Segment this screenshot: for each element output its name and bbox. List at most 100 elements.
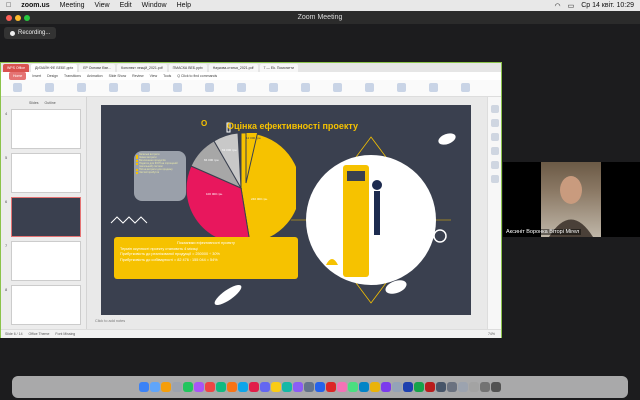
ribbon-button-reset[interactable] (141, 83, 150, 92)
ribbon-button-outline[interactable] (301, 83, 310, 92)
tab-doc-4[interactable]: ПМАСКА ВЕБ.pptx (168, 64, 207, 72)
side-tool-icon[interactable] (491, 161, 499, 169)
menu-meeting[interactable]: Meeting (60, 2, 85, 9)
panel-tab-slides[interactable]: Slides (29, 101, 39, 105)
menu-insert[interactable]: Insert (32, 72, 41, 80)
current-slide[interactable]: Оцінка ефективності проекту О 240 000 гр… (101, 105, 471, 315)
recording-indicator[interactable]: Recording... (4, 27, 57, 39)
clock[interactable]: Ср 14 квіт. 10:29 (581, 2, 634, 9)
fullscreen-window-icon[interactable] (24, 15, 30, 21)
ribbon-button-arrange[interactable] (269, 83, 278, 92)
ribbon-button-transition[interactable] (461, 83, 470, 92)
battery-icon[interactable]: ▭ (568, 2, 575, 10)
ribbon-button-shapes[interactable] (237, 83, 246, 92)
tab-doc-2[interactable]: EP Основи бізн... (79, 64, 116, 72)
dock-app-icon[interactable] (172, 382, 182, 392)
dock-app-icon[interactable] (337, 382, 347, 392)
close-window-icon[interactable] (6, 15, 12, 21)
dock-app-icon[interactable] (447, 382, 457, 392)
dock-app-icon[interactable] (249, 382, 259, 392)
ribbon-button-replace[interactable] (333, 83, 342, 92)
tab-presentation[interactable]: ДИЗАЙН ФЕ БЕБЕ.pptx (31, 64, 78, 72)
menu-home[interactable]: Home (9, 72, 27, 80)
dock-app-icon[interactable] (370, 382, 380, 392)
notes-placeholder[interactable]: Click to add notes (95, 319, 125, 323)
menu-help[interactable]: Help (177, 2, 191, 9)
menu-app-name[interactable]: zoom.us (21, 2, 49, 9)
menu-view[interactable]: View (95, 2, 110, 9)
dock-app-icon[interactable] (315, 382, 325, 392)
ribbon-button-select[interactable] (365, 83, 374, 92)
dock-app-icon[interactable] (161, 382, 171, 392)
menu-transitions[interactable]: Transitions (64, 72, 81, 80)
ribbon-button-slide-show[interactable] (429, 83, 438, 92)
side-tool-icon[interactable] (491, 105, 499, 113)
menu-animation[interactable]: Animation (87, 72, 103, 80)
menu-tools[interactable]: Tools (163, 72, 171, 80)
ribbon-button-paste[interactable] (13, 83, 22, 92)
ribbon-button-picture[interactable] (397, 83, 406, 92)
apple-icon[interactable]:  (6, 2, 11, 9)
ribbon-button-layout[interactable] (109, 83, 118, 92)
side-tool-icon[interactable] (491, 133, 499, 141)
command-search[interactable]: Q Click to find commands (177, 72, 217, 80)
dock-app-icon[interactable] (458, 382, 468, 392)
dock-app-icon[interactable] (304, 382, 314, 392)
menu-slideshow[interactable]: Slide Show (109, 72, 127, 80)
side-tool-icon[interactable] (491, 119, 499, 127)
ribbon-button-new-slide[interactable] (77, 83, 86, 92)
dock-app-icon[interactable] (205, 382, 215, 392)
dock-app-icon[interactable] (139, 382, 149, 392)
menu-view[interactable]: View (150, 72, 158, 80)
ribbon-button-section[interactable] (173, 83, 182, 92)
menu-design[interactable]: Design (47, 72, 58, 80)
dock-app-icon[interactable] (326, 382, 336, 392)
dock-app-icon[interactable] (436, 382, 446, 392)
tab-doc-5[interactable]: Наукова-статья_2021.pdf (208, 64, 258, 72)
menu-review[interactable]: Review (132, 72, 143, 80)
dock-app-icon[interactable] (271, 382, 281, 392)
wifi-icon[interactable]: ◠ (554, 2, 560, 10)
dock-app-icon[interactable] (359, 382, 369, 392)
dock-app-icon[interactable] (183, 382, 193, 392)
legend-swatch (136, 169, 138, 172)
minimize-window-icon[interactable] (15, 15, 21, 21)
pie-label-gray1: 84 000 грн. (204, 158, 219, 162)
menu-window[interactable]: Window (142, 2, 167, 9)
side-tool-icon[interactable] (491, 175, 499, 183)
dock-app-icon[interactable] (194, 382, 204, 392)
tab-doc-6[interactable]: 7 — Ek. Помогатти (259, 64, 298, 72)
menu-edit[interactable]: Edit (120, 2, 132, 9)
dock-app-icon[interactable] (282, 382, 292, 392)
status-font[interactable]: Font Missing (55, 330, 75, 338)
slide-thumbnail[interactable] (11, 285, 81, 325)
dock-app-icon[interactable] (403, 382, 413, 392)
panel-tab-outline[interactable]: Outline (45, 101, 56, 105)
dock-app-icon[interactable] (414, 382, 424, 392)
dock-app-icon[interactable] (392, 382, 402, 392)
dock-app-icon[interactable] (260, 382, 270, 392)
slide-thumbnail[interactable] (11, 241, 81, 281)
dock-app-icon[interactable] (491, 382, 501, 392)
dock-app-icon[interactable] (381, 382, 391, 392)
dock-app-icon[interactable] (227, 382, 237, 392)
slide-canvas-area: Оцінка ефективності проекту О 240 000 гр… (87, 97, 487, 329)
tab-doc-3[interactable]: Конспект лекцій_2021.pdf (117, 64, 167, 72)
dock-app-icon[interactable] (425, 382, 435, 392)
slide-thumbnail[interactable] (11, 109, 81, 149)
status-zoom[interactable]: 74% (488, 330, 501, 338)
dock-app-icon[interactable] (348, 382, 358, 392)
dock-app-icon[interactable] (293, 382, 303, 392)
dock-app-icon[interactable] (216, 382, 226, 392)
speaker-video[interactable]: Аксиніт Воронка Віторі Мігел (503, 162, 640, 237)
dock-app-icon[interactable] (150, 382, 160, 392)
tab-wps-office[interactable]: WPS Office (3, 64, 30, 72)
slide-thumbnail[interactable] (11, 153, 81, 193)
slide-thumbnail[interactable] (11, 197, 81, 237)
side-tool-icon[interactable] (491, 147, 499, 155)
dock-app-icon[interactable] (238, 382, 248, 392)
dock-app-icon[interactable] (469, 382, 479, 392)
dock-app-icon[interactable] (480, 382, 490, 392)
ribbon-button-format-painter[interactable] (45, 83, 54, 92)
ribbon-button-text-box[interactable] (205, 83, 214, 92)
